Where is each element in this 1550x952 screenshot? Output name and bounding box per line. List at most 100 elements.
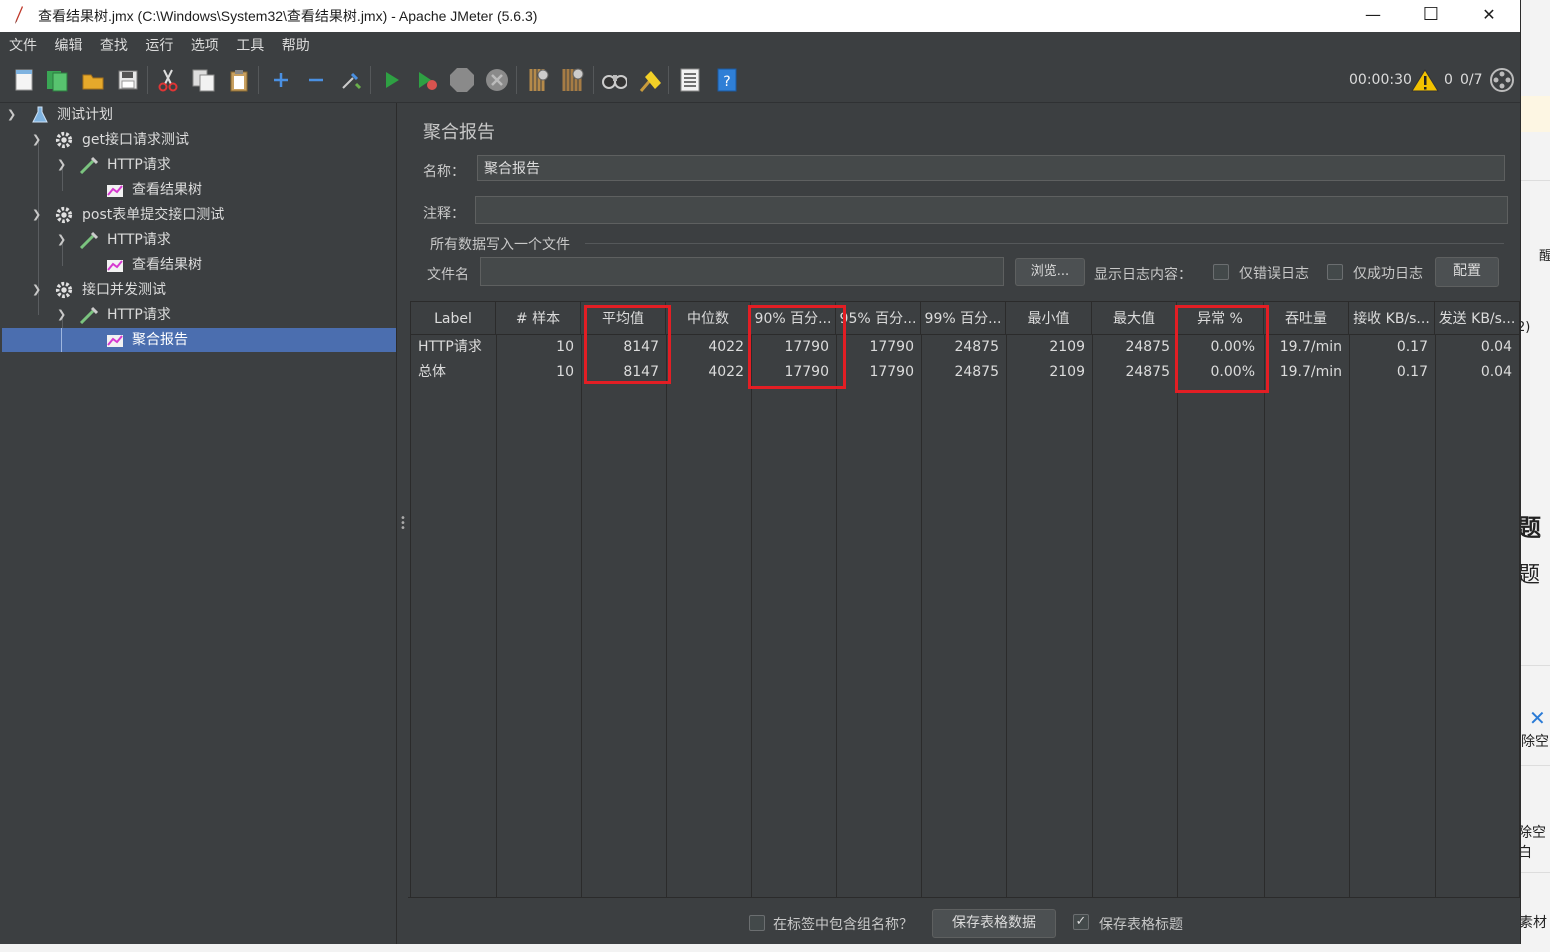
tree-label: 查看结果树 [132, 257, 202, 273]
menu-run[interactable]: 运行 [145, 32, 173, 55]
tree-item-view-results-tree[interactable]: 查看结果树 [0, 253, 396, 277]
success-only-checkbox[interactable] [1327, 264, 1343, 280]
templates-icon[interactable] [44, 66, 70, 94]
filename-field[interactable] [480, 257, 1004, 286]
name-label: 名称： [423, 164, 465, 180]
chevron-down-icon[interactable]: ❯ [32, 128, 41, 152]
splitter-handle[interactable]: • • • [397, 103, 407, 944]
tree-label: HTTP请求 [107, 157, 171, 173]
expand-icon[interactable] [268, 66, 294, 94]
col-label[interactable]: Label [411, 302, 496, 334]
cell-received: 0.17 [1396, 364, 1428, 380]
comment-field[interactable] [475, 196, 1508, 224]
bg-text-5: 素材 [1519, 915, 1547, 931]
col-max[interactable]: 最大值 [1092, 302, 1177, 334]
menu-help[interactable]: 帮助 [282, 32, 310, 55]
menu-edit[interactable]: 编辑 [54, 32, 82, 55]
maximize-button[interactable]: ☐ [1402, 0, 1460, 32]
minimize-button[interactable]: — [1344, 0, 1402, 32]
col-min[interactable]: 最小值 [1006, 302, 1092, 334]
save-icon[interactable] [115, 66, 141, 94]
chart-icon [107, 185, 123, 197]
table-row[interactable]: 总体 10 8147 4022 17790 17790 24875 2109 2… [411, 360, 1519, 385]
gear-icon [55, 281, 73, 299]
table-header: Label # 样本 平均值 中位数 90% 百分... 95% 百分... 9… [411, 302, 1519, 335]
clear-all-icon[interactable] [559, 66, 585, 94]
svg-text:?: ? [723, 74, 730, 90]
col-sent[interactable]: 发送 KB/s... [1435, 302, 1519, 334]
cell-label: 总体 [418, 364, 446, 380]
help-icon[interactable]: ? [714, 66, 740, 94]
menu-options[interactable]: 选项 [191, 32, 219, 55]
tree-label: 接口并发测试 [82, 282, 166, 298]
menu-tools[interactable]: 工具 [236, 32, 264, 55]
cell-p95: 17790 [869, 339, 914, 355]
tree-item-thread-group[interactable]: ❯ 接口并发测试 [0, 278, 396, 302]
clear-icon[interactable] [524, 66, 550, 94]
save-header-checkbox[interactable]: ✓ [1073, 914, 1089, 930]
paste-icon[interactable] [226, 66, 252, 94]
shutdown-icon[interactable] [484, 66, 510, 94]
tree-item-view-results-tree[interactable]: 查看结果树 [0, 178, 396, 202]
name-field[interactable]: 聚合报告 [477, 155, 1505, 181]
pipette-icon [79, 156, 99, 174]
tree-item-aggregate-report[interactable]: 聚合报告 [2, 328, 396, 352]
gear-icon [55, 131, 73, 149]
tree-item-http-request[interactable]: ❯ HTTP请求 [0, 153, 396, 177]
tree-label: HTTP请求 [107, 232, 171, 248]
new-file-icon[interactable] [11, 66, 37, 94]
elapsed-timer: 00:00:30 [1349, 72, 1412, 88]
tree-item-http-request[interactable]: ❯ HTTP请求 [0, 228, 396, 252]
panel-title: 聚合报告 [423, 122, 495, 143]
file-section-label: 所有数据写入一个文件 [430, 237, 570, 253]
open-folder-icon[interactable] [80, 66, 106, 94]
col-samples[interactable]: # 样本 [496, 302, 581, 334]
reset-search-icon[interactable] [637, 66, 663, 94]
warning-icon[interactable] [1411, 68, 1439, 92]
col-p95[interactable]: 95% 百分... [836, 302, 921, 334]
cell-throughput: 19.7/min [1279, 339, 1342, 355]
highlight-error-pct [1175, 305, 1269, 393]
tree-item-thread-group[interactable]: ❯ get接口请求测试 [0, 128, 396, 152]
save-table-data-button[interactable]: 保存表格数据 [932, 909, 1056, 938]
chevron-down-icon[interactable]: ❯ [32, 278, 41, 302]
copy-icon[interactable] [191, 66, 217, 94]
stop-icon[interactable] [448, 66, 474, 94]
cut-icon[interactable] [155, 66, 181, 94]
chevron-down-icon[interactable]: ❯ [57, 153, 66, 177]
jmeter-feather-icon [15, 6, 23, 24]
tree-item-thread-group[interactable]: ❯ post表单提交接口测试 [0, 203, 396, 227]
bottom-bar: 在标签中包含组名称？ 保存表格数据 ✓ 保存表格标题 [408, 897, 1520, 944]
browse-button[interactable]: 浏览... [1015, 258, 1085, 286]
chevron-down-icon[interactable]: ❯ [57, 228, 66, 252]
chart-icon [107, 335, 123, 347]
start-icon[interactable] [379, 66, 405, 94]
search-icon[interactable] [601, 66, 627, 94]
configure-button[interactable]: 配置 [1435, 257, 1499, 287]
table-row[interactable]: HTTP请求 10 8147 4022 17790 17790 24875 21… [411, 335, 1519, 360]
close-button[interactable]: ✕ [1460, 0, 1518, 32]
collapse-icon[interactable] [303, 66, 329, 94]
col-throughput[interactable]: 吞吐量 [1264, 302, 1349, 334]
col-p99[interactable]: 99% 百分... [921, 302, 1006, 334]
chevron-down-icon[interactable]: ❯ [57, 303, 66, 327]
start-no-pauses-icon[interactable] [414, 66, 440, 94]
errors-only-checkbox[interactable] [1213, 264, 1229, 280]
highlight-p90 [748, 305, 846, 389]
tree-label: 聚合报告 [132, 332, 188, 348]
tree-item-http-request[interactable]: ❯ HTTP请求 [0, 303, 396, 327]
cell-p99: 24875 [954, 364, 999, 380]
success-only-label: 仅成功日志 [1353, 266, 1423, 282]
tree-item-test-plan[interactable]: ❯ 测试计划 [0, 103, 396, 127]
include-group-checkbox[interactable] [749, 915, 765, 931]
function-helper-icon[interactable] [677, 66, 703, 94]
col-received[interactable]: 接收 KB/s... [1349, 302, 1435, 334]
bg-text-4: 除空白 [1518, 825, 1546, 861]
cell-min: 2109 [1049, 364, 1085, 380]
col-median[interactable]: 中位数 [666, 302, 751, 334]
chevron-down-icon[interactable]: ❯ [32, 203, 41, 227]
toggle-icon[interactable] [338, 66, 364, 94]
chevron-down-icon[interactable]: ❯ [7, 103, 16, 127]
menu-search[interactable]: 查找 [100, 32, 128, 55]
menu-file[interactable]: 文件 [9, 32, 37, 55]
